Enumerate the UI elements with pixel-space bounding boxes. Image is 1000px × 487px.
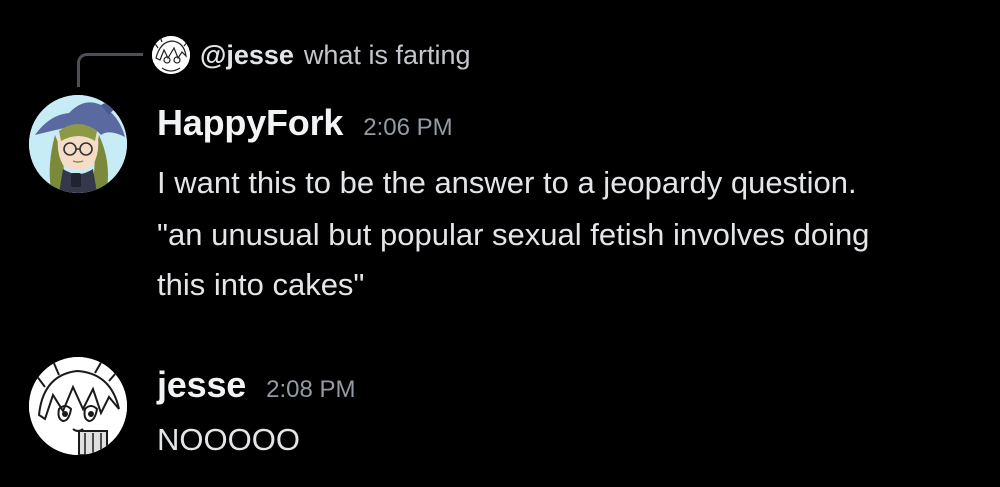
author-name[interactable]: jesse — [157, 364, 246, 406]
witch-girl-avatar-icon — [29, 95, 127, 193]
message-timestamp[interactable]: 2:06 PM — [363, 114, 452, 142]
jesse-avatar[interactable] — [29, 357, 127, 455]
reply-spine — [77, 53, 143, 87]
reply-author-avatar[interactable] — [152, 36, 190, 74]
happyfork-avatar[interactable] — [29, 95, 127, 193]
author-name[interactable]: HappyFork — [157, 102, 343, 144]
message-timestamp[interactable]: 2:08 PM — [266, 376, 355, 404]
message-text-line: "an unusual but popular sexual fetish in… — [157, 217, 870, 252]
reply-author-name[interactable]: @jesse — [200, 40, 294, 71]
manga-girl-avatar-icon — [29, 357, 127, 455]
message-text-line: NOOOOO — [157, 422, 300, 457]
manga-girl-mini-icon — [152, 36, 190, 74]
message-header: jesse 2:08 PM — [157, 364, 355, 406]
reply-reference[interactable]: @jesse what is farting — [152, 33, 470, 77]
message-header: HappyFork 2:06 PM — [157, 102, 453, 144]
reply-preview-text[interactable]: what is farting — [304, 40, 471, 71]
message-text-line: this into cakes" — [157, 267, 365, 302]
message-text-line: I want this to be the answer to a jeopar… — [157, 165, 857, 200]
